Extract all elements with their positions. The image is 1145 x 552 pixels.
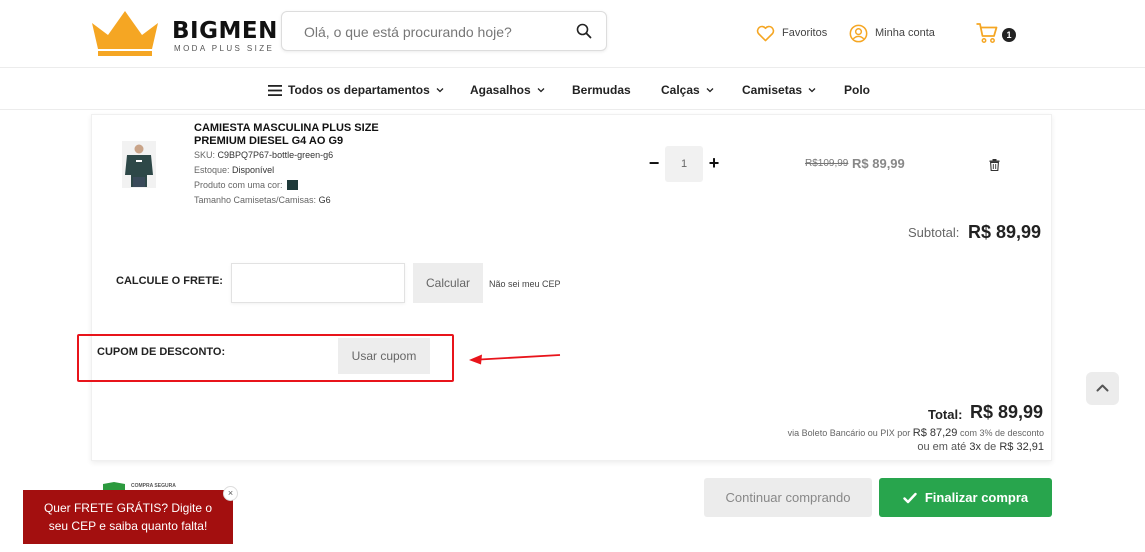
color-label: Produto com uma cor: xyxy=(194,180,283,190)
search-box xyxy=(281,11,607,51)
account-label: Minha conta xyxy=(875,27,935,39)
finalize-purchase-button[interactable]: Finalizar compra xyxy=(879,478,1052,517)
subtotal-value: R$ 89,99 xyxy=(968,222,1042,242)
seal-text: COMPRA SEGURA xyxy=(131,483,176,489)
installments-de: de xyxy=(984,441,997,453)
boleto-suffix: com 3% de desconto xyxy=(959,428,1044,438)
nav-item-polo[interactable]: Polo xyxy=(844,83,870,97)
chevron-down-icon xyxy=(436,88,444,93)
nav-label: Calças xyxy=(661,83,700,97)
free-shipping-promo[interactable]: Quer FRETE GRÁTIS? Digite o seu CEP e sa… xyxy=(23,490,233,544)
search-icon[interactable] xyxy=(576,23,592,39)
quantity-input[interactable]: 1 xyxy=(665,146,703,182)
product-price: R$ 89,99 xyxy=(852,156,905,171)
promo-line-1: Quer FRETE GRÁTIS? Digite o xyxy=(43,501,213,515)
user-icon xyxy=(849,24,868,42)
nav-label: Camisetas xyxy=(742,83,803,97)
product-sku: SKU: C9BPQ7P67-bottle-green-g6 xyxy=(194,150,333,160)
scroll-to-top-button[interactable] xyxy=(1086,372,1119,405)
boleto-prefix: via Boleto Bancário ou PIX por xyxy=(787,428,911,438)
nav-label: Bermudas xyxy=(572,83,631,97)
nav-item-camisetas[interactable]: Camisetas xyxy=(742,83,816,97)
chevron-down-icon xyxy=(808,88,816,93)
cart-icon xyxy=(976,23,998,43)
size-label: Tamanho Camisetas/Camisas: xyxy=(194,195,317,205)
main-nav: Todos os departamentos Agasalhos Bermuda… xyxy=(0,69,1145,110)
old-price: R$109,99 xyxy=(805,158,849,169)
site-header: BIGMEN MODA PLUS SIZE Favoritos Minha co… xyxy=(0,0,1145,68)
installments-info: ou em até 3x de R$ 32,91 xyxy=(917,441,1044,453)
cart-count-badge: 1 xyxy=(1002,28,1016,42)
sku-value: C9BPQ7P67-bottle-green-g6 xyxy=(217,150,334,160)
installments-count: 3x xyxy=(969,441,981,453)
nav-label: Todos os departamentos xyxy=(288,83,430,97)
account-link[interactable]: Minha conta xyxy=(849,22,935,44)
size-value: G6 xyxy=(318,195,331,205)
check-icon xyxy=(903,492,917,503)
close-promo-button[interactable]: × xyxy=(223,486,238,501)
chevron-down-icon xyxy=(537,88,545,93)
chevron-down-icon xyxy=(706,88,714,93)
crown-logo-icon[interactable] xyxy=(90,9,160,57)
color-swatch xyxy=(286,180,298,190)
installments-value: R$ 32,91 xyxy=(999,441,1044,453)
stock-value: Disponível xyxy=(232,165,275,175)
cart-button[interactable]: 1 xyxy=(975,21,1021,47)
subtotal-label: Subtotal: xyxy=(908,225,960,240)
annotation-arrow-icon xyxy=(469,354,561,365)
cep-input[interactable] xyxy=(231,263,405,303)
finalize-label: Finalizar compra xyxy=(924,490,1029,505)
search-input[interactable] xyxy=(304,22,564,42)
stock-label: Estoque: xyxy=(194,165,230,175)
promo-line-2: seu CEP e saiba quanto falta! xyxy=(48,519,208,533)
shipping-label: CALCULE O FRETE: xyxy=(116,275,223,287)
nav-label: Polo xyxy=(844,83,870,97)
product-stock: Estoque: Disponível xyxy=(194,165,274,175)
favorites-label: Favoritos xyxy=(782,27,828,39)
product-name[interactable]: CAMIESTA MASCULINA PLUS SIZE PREMIUM DIE… xyxy=(194,122,414,148)
sku-label: SKU: xyxy=(194,150,216,160)
brand-tagline: MODA PLUS SIZE xyxy=(174,44,275,53)
product-color: Produto com uma cor: xyxy=(194,180,298,190)
nav-label: Agasalhos xyxy=(470,83,531,97)
boleto-pix-info: via Boleto Bancário ou PIX por R$ 87,29 … xyxy=(788,427,1044,439)
quantity-increase-button[interactable]: + xyxy=(707,154,721,172)
nav-item-bermudas[interactable]: Bermudas xyxy=(572,83,631,97)
heart-icon xyxy=(756,25,775,41)
trash-icon[interactable] xyxy=(989,159,1000,171)
continue-shopping-button[interactable]: Continuar comprando xyxy=(704,478,872,517)
quantity-decrease-button[interactable]: − xyxy=(647,154,661,172)
total-value: R$ 89,99 xyxy=(970,402,1044,422)
boleto-value: R$ 87,29 xyxy=(912,427,958,439)
nav-item-calcas[interactable]: Calças xyxy=(661,83,714,97)
nav-item-agasalhos[interactable]: Agasalhos xyxy=(470,83,545,97)
chevron-up-icon xyxy=(1096,384,1109,392)
product-image[interactable] xyxy=(122,141,156,188)
installments-prefix: ou em até xyxy=(917,441,967,453)
brand-name[interactable]: BIGMEN xyxy=(172,18,278,44)
nav-item-todos-departamentos[interactable]: Todos os departamentos xyxy=(268,83,444,97)
use-coupon-button[interactable]: Usar cupom xyxy=(338,338,430,374)
favorites-link[interactable]: Favoritos xyxy=(756,22,827,44)
cep-help-link[interactable]: Não sei meu CEP xyxy=(489,279,561,289)
product-size: Tamanho Camisetas/Camisas: G6 xyxy=(194,195,331,205)
total-label: Total: xyxy=(928,407,963,422)
menu-icon xyxy=(268,84,282,96)
calculate-shipping-button[interactable]: Calcular xyxy=(413,263,483,303)
coupon-label: CUPOM DE DESCONTO: xyxy=(97,346,226,358)
